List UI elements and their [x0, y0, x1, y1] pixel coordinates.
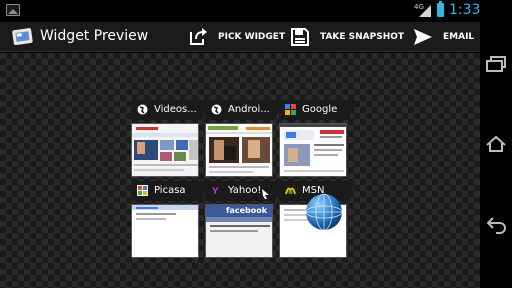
send-icon [414, 29, 432, 45]
status-bar: 4G 1:33 [0, 0, 480, 22]
bookmark-thumbnail: facebook [205, 204, 273, 258]
pointer-icon [262, 189, 269, 199]
tile-label-bar: Androi... [205, 100, 281, 120]
take-snapshot-label: TAKE SNAPSHOT [320, 32, 405, 42]
browser-globe-icon [305, 193, 343, 231]
signal-icon [419, 5, 431, 17]
photo-notification-icon [6, 4, 20, 16]
svg-text:Y: Y [211, 187, 219, 196]
facebook-thumbnail-logo: facebook [226, 206, 268, 215]
email-label: EMAIL [443, 32, 475, 42]
globe-icon [137, 104, 148, 115]
battery-icon [437, 1, 444, 17]
email-button[interactable]: EMAIL [413, 25, 474, 49]
clock: 1:33 [449, 2, 481, 18]
globe-icon [211, 104, 222, 115]
app-title: Widget Preview [40, 28, 149, 44]
bookmark-thumbnail [131, 204, 199, 258]
pick-widget-button[interactable]: PICK WIDGET [188, 25, 285, 49]
tile-label-bar: Videos... [131, 100, 207, 120]
tile-label-bar: Picasa [131, 181, 207, 201]
back-icon[interactable] [484, 212, 508, 236]
msn-icon [285, 187, 296, 195]
take-snapshot-button[interactable]: TAKE SNAPSHOT [290, 25, 404, 49]
bookmark-thumbnail [131, 123, 199, 177]
tile-label: Androi... [228, 104, 270, 115]
share-icon [190, 28, 207, 45]
bookmark-thumbnail [279, 123, 347, 177]
save-icon [291, 28, 309, 46]
widget-preview-area: Videos... Androi... Google Picasa Y Yaho… [0, 53, 480, 288]
google-icon [285, 104, 296, 115]
pick-widget-label: PICK WIDGET [218, 32, 286, 42]
picasa-icon [137, 185, 148, 196]
navigation-bar [480, 0, 512, 288]
tile-label: Videos... [154, 104, 197, 115]
tile-label-bar: Google [279, 100, 355, 120]
bookmark-thumbnail [205, 123, 273, 177]
home-icon[interactable] [484, 132, 508, 156]
yahoo-icon: Y [211, 185, 222, 196]
action-bar: Widget Preview PICK WIDGET TAKE SNAPSHOT… [0, 22, 480, 52]
recent-apps-icon[interactable] [484, 52, 508, 76]
tile-label: Google [302, 104, 338, 115]
tile-label: Yahoo! [228, 185, 262, 196]
tile-label: Picasa [154, 185, 186, 196]
widget-preview-app-icon[interactable] [12, 27, 34, 47]
